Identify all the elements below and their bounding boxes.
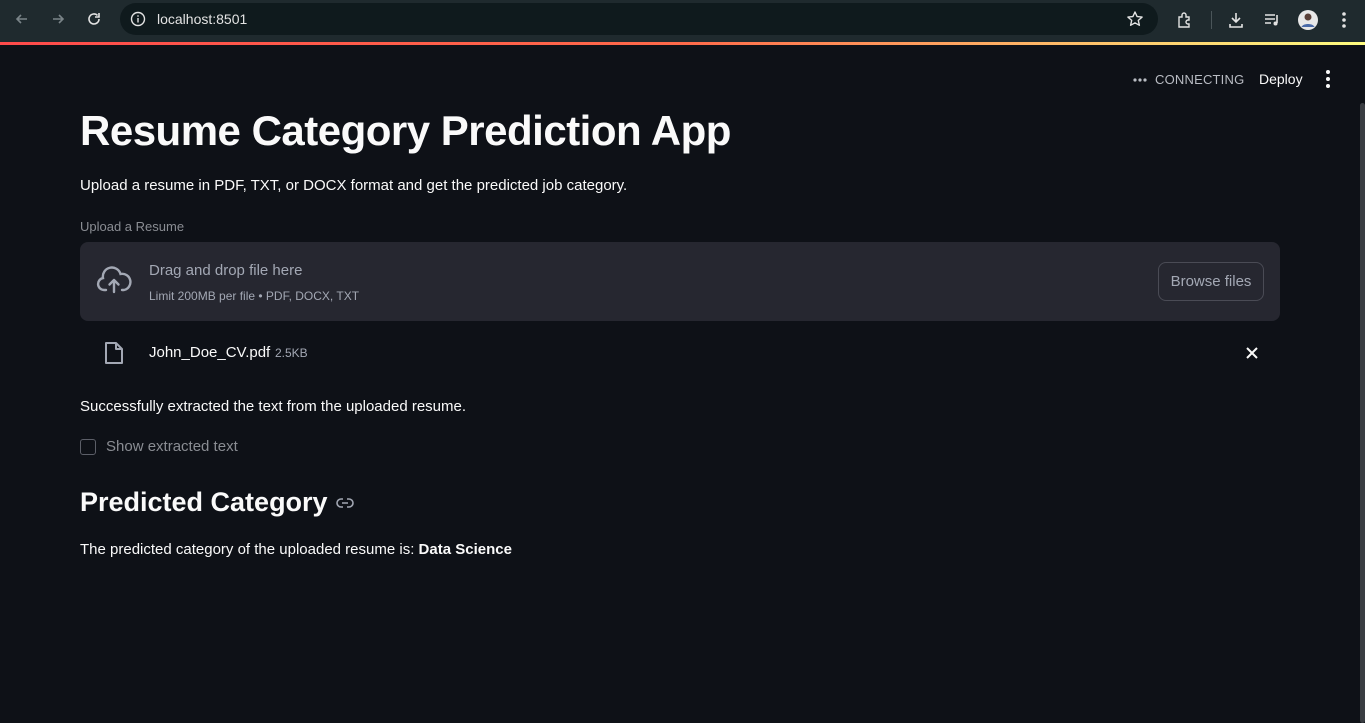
link-icon[interactable] bbox=[335, 497, 354, 508]
reload-button[interactable] bbox=[81, 8, 107, 30]
file-icon bbox=[104, 341, 124, 370]
result-prefix: The predicted category of the uploaded r… bbox=[80, 541, 419, 558]
uploader-label: Upload a Resume bbox=[80, 219, 185, 234]
show-text-checkbox[interactable]: Show extracted text bbox=[80, 438, 238, 455]
extensions-icon[interactable] bbox=[1174, 9, 1196, 31]
file-size: 2.5KB bbox=[275, 346, 308, 360]
file-name: John_Doe_CV.pdf bbox=[149, 344, 271, 361]
toolbar-divider bbox=[1211, 11, 1212, 29]
main-menu-icon[interactable] bbox=[1318, 69, 1338, 89]
prediction-result: The predicted category of the uploaded r… bbox=[80, 541, 512, 558]
app-header: CONNECTING Deploy bbox=[0, 45, 1365, 103]
downloads-icon[interactable] bbox=[1225, 9, 1247, 31]
url-text[interactable]: localhost:8501 bbox=[157, 11, 247, 27]
browser-toolbar: localhost:8501 bbox=[0, 0, 1365, 42]
back-arrow-icon bbox=[15, 14, 27, 24]
dropzone-instructions: Drag and drop file here bbox=[149, 262, 303, 279]
section-heading: Predicted Category bbox=[80, 487, 354, 518]
browser-menu-icon[interactable] bbox=[1333, 9, 1355, 31]
cloud-upload-icon bbox=[96, 266, 132, 299]
forward-arrow-icon bbox=[53, 14, 65, 24]
browse-files-button[interactable]: Browse files bbox=[1158, 262, 1264, 301]
section-heading-text: Predicted Category bbox=[80, 487, 328, 517]
address-bar[interactable]: localhost:8501 bbox=[120, 3, 1158, 35]
connection-status: CONNECTING bbox=[1133, 72, 1244, 87]
uploaded-file-row: John_Doe_CV.pdf 2.5KB bbox=[80, 337, 1280, 369]
checkbox-box[interactable] bbox=[80, 438, 96, 455]
remove-file-icon[interactable] bbox=[1244, 345, 1260, 366]
reload-icon bbox=[88, 13, 100, 25]
scrollbar[interactable] bbox=[1360, 103, 1365, 723]
forward-button[interactable] bbox=[45, 8, 71, 30]
predicted-category: Data Science bbox=[418, 541, 512, 558]
deploy-button[interactable]: Deploy bbox=[1251, 65, 1311, 93]
checkbox-label[interactable]: Show extracted text bbox=[106, 438, 238, 455]
profile-avatar[interactable] bbox=[1297, 9, 1319, 31]
status-label: CONNECTING bbox=[1155, 72, 1245, 87]
page-title: Resume Category Prediction App bbox=[80, 107, 731, 154]
bookmark-star-icon[interactable] bbox=[1126, 10, 1144, 33]
site-info-icon[interactable] bbox=[130, 11, 146, 32]
dropzone-limit: Limit 200MB per file • PDF, DOCX, TXT bbox=[149, 289, 360, 303]
success-message: Successfully extracted the text from the… bbox=[80, 398, 467, 415]
ellipsis-icon bbox=[1133, 77, 1147, 82]
page-subtitle: Upload a resume in PDF, TXT, or DOCX for… bbox=[80, 177, 628, 194]
media-controls-icon[interactable] bbox=[1261, 9, 1283, 31]
back-button[interactable] bbox=[9, 8, 35, 30]
file-dropzone[interactable]: Drag and drop file here Limit 200MB per … bbox=[80, 242, 1280, 321]
